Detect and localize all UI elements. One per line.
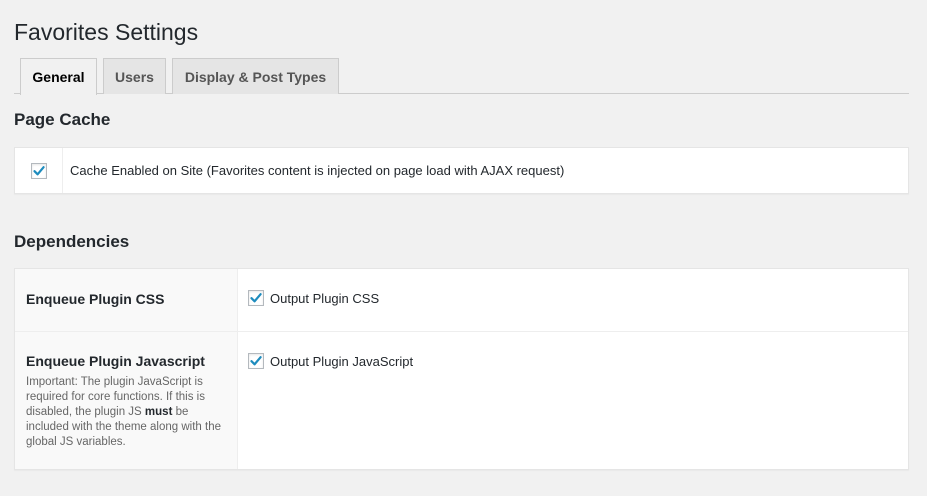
- cache-enabled-checkbox[interactable]: [30, 162, 47, 179]
- enqueue-js-header: Enqueue Plugin Javascript Important: The…: [15, 332, 238, 469]
- enqueue-css-title: Enqueue Plugin CSS: [26, 291, 165, 307]
- tab-general[interactable]: General: [20, 58, 97, 95]
- output-js-label: Output Plugin JavaScript: [270, 353, 414, 369]
- tab-display-post-types[interactable]: Display & Post Types: [172, 58, 339, 94]
- cache-checkbox-cell: [15, 148, 63, 193]
- enqueue-js-row: Enqueue Plugin Javascript Important: The…: [15, 332, 908, 469]
- enqueue-css-row: Enqueue Plugin CSS Output Plugin CSS: [15, 269, 908, 332]
- dependencies-card: Enqueue Plugin CSS Output Plugin CSS Enq…: [14, 268, 909, 470]
- checkmark-icon: [250, 293, 262, 303]
- tab-users[interactable]: Users: [103, 58, 166, 94]
- output-js-option[interactable]: Output Plugin JavaScript: [248, 353, 413, 369]
- output-js-checkbox[interactable]: [248, 353, 264, 369]
- output-css-label: Output Plugin CSS: [270, 290, 380, 306]
- page-cache-heading: Page Cache: [14, 110, 111, 129]
- enqueue-js-help: Important: The plugin JavaScript is requ…: [26, 375, 231, 450]
- cache-enabled-label: Cache Enabled on Site (Favorites content…: [70, 163, 565, 178]
- settings-tabs: General Users Display & Post Types: [14, 58, 909, 95]
- checkmark-icon: [250, 356, 262, 366]
- dependencies-heading: Dependencies: [14, 232, 130, 251]
- output-css-checkbox[interactable]: [248, 290, 264, 306]
- page-cache-card: Cache Enabled on Site (Favorites content…: [14, 147, 909, 194]
- checkmark-icon: [32, 165, 45, 175]
- enqueue-js-title: Enqueue Plugin Javascript: [26, 353, 205, 369]
- page-title: Favorites Settings: [14, 19, 199, 45]
- help-text-emphasis: must: [144, 406, 173, 418]
- enqueue-css-header: Enqueue Plugin CSS: [15, 269, 238, 331]
- output-css-option[interactable]: Output Plugin CSS: [248, 290, 379, 306]
